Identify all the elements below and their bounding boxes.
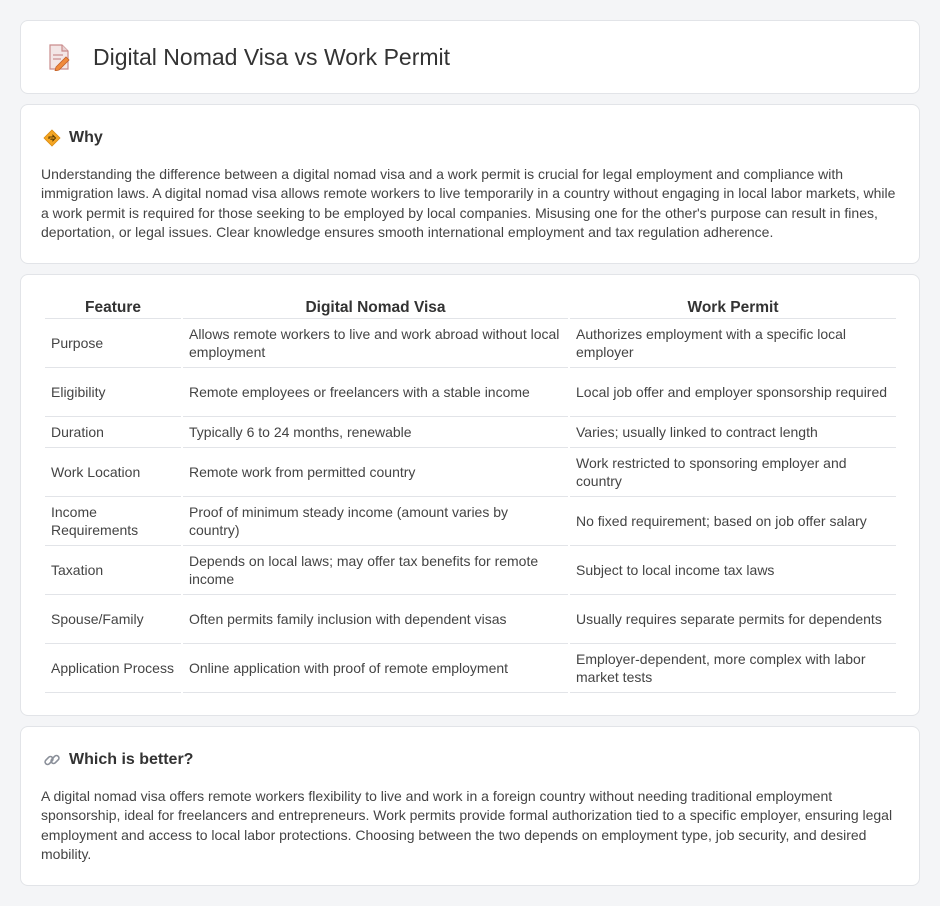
comparison-table: Feature Digital Nomad Visa Work Permit P… [43,297,898,693]
table-row: Application Process Online application w… [45,644,896,693]
permit-cell: Subject to local income tax laws [570,546,896,595]
visa-cell: Remote employees or freelancers with a s… [183,368,568,417]
why-section: Why Understanding the difference between… [20,104,920,264]
permit-cell: Employer-dependent, more complex with la… [570,644,896,693]
feature-cell: Application Process [45,644,181,693]
why-title: Why [69,129,103,146]
feature-cell: Purpose [45,319,181,368]
header-digital-nomad-visa: Digital Nomad Visa [183,297,568,319]
header-feature: Feature [45,297,181,319]
feature-cell: Duration [45,417,181,448]
header-work-permit: Work Permit [570,297,896,319]
feature-cell: Work Location [45,448,181,497]
visa-cell: Remote work from permitted country [183,448,568,497]
visa-cell: Online application with proof of remote … [183,644,568,693]
permit-cell: Local job offer and employer sponsorship… [570,368,896,417]
table-row: Purpose Allows remote workers to live an… [45,319,896,368]
comparison-card: Feature Digital Nomad Visa Work Permit P… [20,274,920,716]
better-text: A digital nomad visa offers remote worke… [41,788,893,863]
document-pen-icon [49,44,70,71]
visa-cell: Typically 6 to 24 months, renewable [183,417,568,448]
better-title: Which is better? [69,751,194,768]
visa-cell: Depends on local laws; may offer tax ben… [183,546,568,595]
why-text: Understanding the difference between a d… [41,166,896,241]
visa-cell: Allows remote workers to live and work a… [183,319,568,368]
feature-cell: Spouse/Family [45,595,181,644]
permit-cell: Usually requires separate permits for de… [570,595,896,644]
which-is-better-section: Which is better? A digital nomad visa of… [20,726,920,886]
table-row: Taxation Depends on local laws; may offe… [45,546,896,595]
table-row: Spouse/Family Often permits family inclu… [45,595,896,644]
visa-cell: Proof of minimum steady income (amount v… [183,497,568,546]
table-row: Income Requirements Proof of minimum ste… [45,497,896,546]
table-row: Work Location Remote work from permitted… [45,448,896,497]
signpost-icon [43,129,61,147]
permit-cell: Varies; usually linked to contract lengt… [570,417,896,448]
feature-cell: Taxation [45,546,181,595]
visa-cell: Often permits family inclusion with depe… [183,595,568,644]
title-card: Digital Nomad Visa vs Work Permit [20,20,920,94]
page-title: Digital Nomad Visa vs Work Permit [93,43,451,70]
table-row: Eligibility Remote employees or freelanc… [45,368,896,417]
link-icon [44,754,60,766]
feature-cell: Income Requirements [45,497,181,546]
permit-cell: No fixed requirement; based on job offer… [570,497,896,546]
feature-cell: Eligibility [45,368,181,417]
table-header-row: Feature Digital Nomad Visa Work Permit [45,297,896,319]
permit-cell: Work restricted to sponsoring employer a… [570,448,896,497]
table-row: Duration Typically 6 to 24 months, renew… [45,417,896,448]
permit-cell: Authorizes employment with a specific lo… [570,319,896,368]
